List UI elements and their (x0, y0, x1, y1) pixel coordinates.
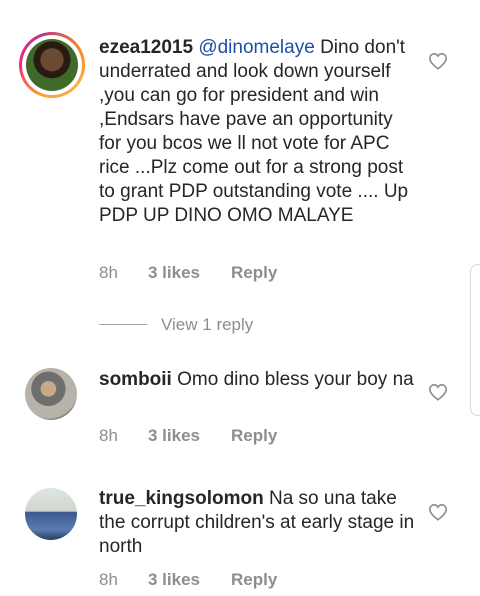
comment-text: Dino don't underrated and look down your… (99, 37, 409, 226)
comment-username[interactable]: ezea12015 (99, 37, 193, 58)
comment-time: 8h (99, 570, 118, 589)
comment-likes[interactable]: 3 likes (148, 263, 200, 283)
comment-body: somboii Omo dino bless your boy na (99, 368, 419, 392)
reply-button[interactable]: Reply (231, 426, 277, 446)
view-replies-divider (99, 324, 147, 325)
view-replies-label[interactable]: View 1 reply (161, 315, 253, 335)
comment-likes[interactable]: 3 likes (148, 426, 200, 446)
edge-panel-handle[interactable] (470, 264, 480, 416)
view-replies[interactable]: View 1 reply (99, 315, 319, 335)
comment-time: 8h (99, 426, 118, 445)
comment-username[interactable]: true_kingsolomon (99, 488, 264, 509)
comment-likes[interactable]: 3 likes (148, 570, 200, 590)
comment-body: true_kingsolomon Na so una take the corr… (99, 487, 419, 559)
comment-text: Omo dino bless your boy na (177, 369, 414, 390)
reply-button[interactable]: Reply (231, 570, 277, 590)
comment-meta: 8h 3 likes Reply (99, 426, 319, 446)
comment-meta: 8h 3 likes Reply (99, 570, 319, 590)
avatar[interactable] (25, 488, 77, 540)
comment-time: 8h (99, 263, 118, 282)
comment-meta: 8h 3 likes Reply (99, 263, 319, 283)
avatar (26, 39, 78, 91)
avatar-ring-gap (22, 35, 82, 95)
heart-outline-icon[interactable] (428, 52, 448, 70)
avatar-story-ring[interactable] (19, 32, 85, 98)
avatar[interactable] (25, 368, 77, 420)
reply-button[interactable]: Reply (231, 263, 277, 283)
comment-username[interactable]: somboii (99, 369, 172, 390)
heart-outline-icon[interactable] (428, 503, 448, 521)
comment-mention[interactable]: @dinomelaye (198, 37, 314, 58)
comment-body: ezea12015 @dinomelaye Dino don't underra… (99, 36, 419, 228)
heart-outline-icon[interactable] (428, 383, 448, 401)
